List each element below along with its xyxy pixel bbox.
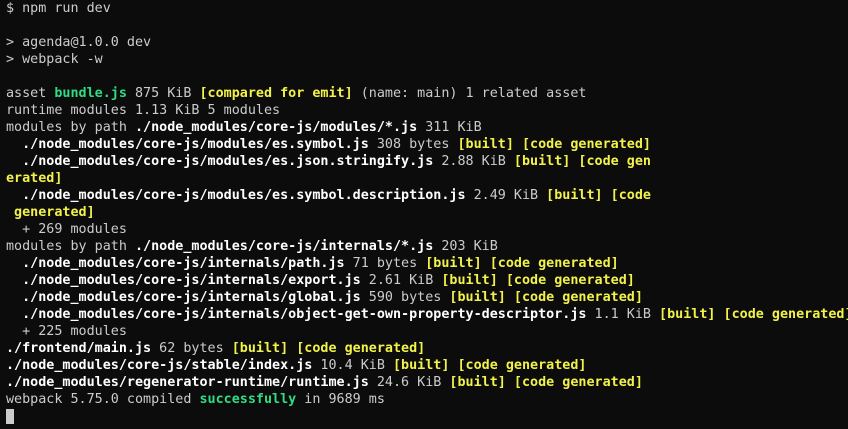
terminal-text: ./node_modules/core-js/internals/*.js (135, 239, 434, 254)
terminal-text: [built] (449, 375, 506, 390)
terminal-line: generated] (6, 204, 848, 221)
terminal-text: ./node_modules/core-js/internals/path.js (6, 256, 345, 271)
terminal-line: ./frontend/main.js 62 bytes [built] [cod… (6, 340, 848, 357)
terminal-text: [built] (392, 358, 450, 373)
terminal-text: + 269 modules (6, 222, 127, 237)
terminal-line: ./node_modules/core-js/internals/export.… (6, 272, 848, 289)
terminal-line: runtime modules 1.13 KiB 5 modules (6, 102, 848, 119)
terminal-text: 2.49 KiB (465, 188, 547, 203)
cursor (6, 408, 14, 424)
terminal-text: [built] (457, 137, 514, 152)
terminal-text: 1.1 KiB (586, 307, 660, 322)
terminal-text: [code generated] (513, 290, 643, 305)
terminal-text: [code generated] (489, 256, 619, 271)
terminal-text: in 9689 ms (296, 392, 385, 407)
terminal-text: erated] (6, 171, 63, 186)
terminal-text: ./node_modules/core-js/internals/global.… (6, 290, 361, 305)
terminal-line: webpack 5.75.0 compiled successfully in … (6, 391, 848, 408)
terminal-line: > webpack -w (6, 51, 848, 68)
terminal-text: 71 bytes (344, 256, 426, 271)
terminal-text: ./node_modules/regenerator-runtime/runti… (6, 375, 369, 390)
terminal-line: erated] (6, 170, 848, 187)
terminal-text: [compared for emit] (199, 86, 353, 101)
terminal-text: successfully (199, 392, 297, 407)
terminal-text: ./node_modules/core-js/stable/index.js (6, 358, 313, 373)
terminal-text: [code generated] (513, 375, 643, 390)
terminal-window[interactable]: $ npm run dev > agenda@1.0.0 dev > webpack… (0, 0, 848, 429)
terminal-text: 203 KiB (433, 239, 498, 254)
terminal-text: [built] (546, 188, 603, 203)
terminal-text: [code generated] (723, 307, 848, 322)
terminal-text: 62 bytes (151, 341, 232, 356)
terminal-text: asset (6, 86, 55, 101)
terminal-line: $ npm run dev (6, 0, 848, 17)
terminal-text: ./node_modules/core-js/internals/export.… (6, 273, 361, 288)
terminal-line: ./node_modules/core-js/stable/index.js 1… (6, 357, 848, 374)
terminal-text: ./node_modules/core-js/modules/*.js (135, 120, 418, 135)
terminal-text: > webpack -w (6, 52, 103, 67)
terminal-text: 24.6 KiB (368, 375, 450, 390)
terminal-text: 2.61 KiB (360, 273, 442, 288)
terminal-line: ./node_modules/core-js/internals/path.js… (6, 255, 848, 272)
terminal-text: [code generated] (457, 358, 587, 373)
terminal-text: 308 bytes (368, 137, 458, 152)
terminal-line: + 269 modules (6, 221, 848, 238)
terminal-line: modules by path ./node_modules/core-js/m… (6, 119, 848, 136)
terminal-text: webpack 5.75.0 compiled (6, 392, 200, 407)
terminal-text: (name: main) 1 related asset (352, 86, 587, 101)
terminal-text: modules by path (6, 120, 135, 135)
terminal-text: bundle.js (54, 86, 127, 101)
terminal-text: ./node_modules/core-js/modules/es.json.s… (6, 154, 434, 169)
terminal-text: [code gen (578, 154, 651, 169)
terminal-text: 311 KiB (417, 120, 482, 135)
terminal-line: + 225 modules (6, 323, 848, 340)
terminal-line: ./node_modules/core-js/modules/es.json.s… (6, 153, 848, 170)
terminal-text: ./node_modules/core-js/internals/object-… (6, 307, 587, 322)
terminal-text: [code generated] (505, 273, 635, 288)
terminal-text: [built] (425, 256, 482, 271)
terminal-text: generated] (6, 205, 95, 220)
terminal-text: [code generated] (521, 137, 651, 152)
terminal-text: [code generated] (296, 341, 426, 356)
terminal-text: modules by path (6, 239, 135, 254)
terminal-text: [built] (231, 341, 289, 356)
terminal-line: ./node_modules/core-js/modules/es.symbol… (6, 187, 848, 204)
terminal-line: ./node_modules/core-js/modules/es.symbol… (6, 136, 848, 153)
terminal-text: [built] (513, 154, 571, 169)
terminal-line: > agenda@1.0.0 dev (6, 34, 848, 51)
terminal-text: > agenda@1.0.0 dev (6, 35, 152, 50)
terminal-line: modules by path ./node_modules/core-js/i… (6, 238, 848, 255)
terminal-text: 875 KiB (126, 86, 200, 101)
terminal-text: $ npm run dev (6, 1, 111, 16)
terminal-text: + 225 modules (6, 324, 127, 339)
terminal-text: [built] (449, 290, 506, 305)
terminal-text: 2.88 KiB (433, 154, 514, 169)
terminal-text: 590 bytes (360, 290, 450, 305)
terminal-line: ./node_modules/regenerator-runtime/runti… (6, 374, 848, 391)
terminal-text: [built] (659, 307, 716, 322)
terminal-text: [built] (441, 273, 498, 288)
terminal-text: runtime modules 1.13 KiB 5 modules (6, 103, 281, 118)
terminal-text: [code (610, 188, 651, 203)
terminal-line: asset bundle.js 875 KiB [compared for em… (6, 85, 848, 102)
prompt-line[interactable] (6, 408, 848, 425)
terminal-text: ./frontend/main.js (6, 341, 152, 356)
terminal-text: ./node_modules/core-js/modules/es.symbol… (6, 137, 369, 152)
terminal-output: $ npm run dev > agenda@1.0.0 dev > webpack… (6, 0, 848, 408)
terminal-text: 10.4 KiB (312, 358, 393, 373)
terminal-text: ./node_modules/core-js/modules/es.symbol… (6, 188, 466, 203)
terminal-line: ./node_modules/core-js/internals/object-… (6, 306, 848, 323)
terminal-line: ./node_modules/core-js/internals/global.… (6, 289, 848, 306)
